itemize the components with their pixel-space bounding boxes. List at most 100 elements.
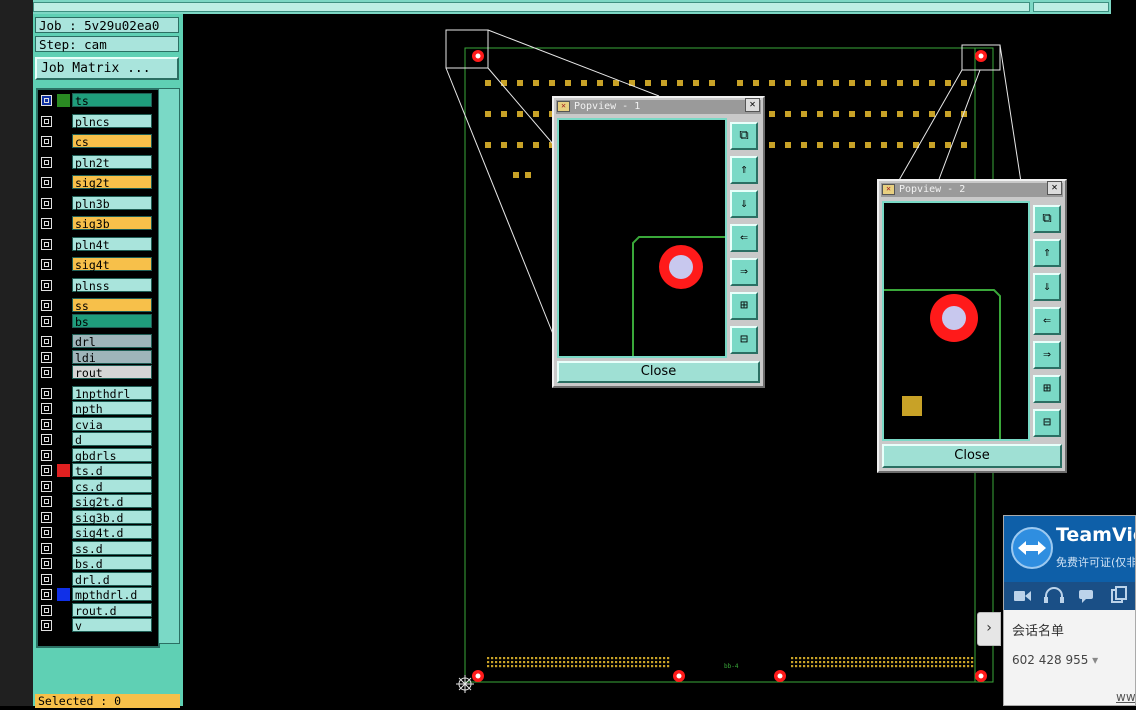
- layer-row-cvia[interactable]: cvia: [38, 417, 156, 432]
- layer-row-pln4t[interactable]: pln4t: [38, 237, 156, 252]
- layer-checkbox[interactable]: [41, 388, 52, 399]
- layer-name[interactable]: gbdrls: [72, 448, 152, 463]
- layer-row-gbdrls[interactable]: gbdrls: [38, 448, 156, 463]
- layer-name[interactable]: cs.d: [72, 479, 152, 494]
- popview-2-close-icon[interactable]: ✕: [1047, 181, 1062, 195]
- layer-checkbox[interactable]: [41, 527, 52, 538]
- layer-checkbox[interactable]: [41, 496, 52, 507]
- layer-name[interactable]: bs.d: [72, 556, 152, 571]
- layer-name[interactable]: sig2t.d: [72, 494, 152, 509]
- teamviewer-panel[interactable]: TeamVie 免费许可证(仅非 会话名单 602 428 955 ▾ www: [1003, 515, 1136, 706]
- layer-name[interactable]: d: [72, 432, 152, 447]
- layer-name[interactable]: drl: [72, 334, 152, 349]
- zoom-fit-icon[interactable]: ⧉: [730, 122, 758, 150]
- layer-name[interactable]: rout.d: [72, 603, 152, 618]
- popview-2-close-button[interactable]: Close: [882, 444, 1062, 468]
- layer-row-sig2t[interactable]: sig2t: [38, 175, 156, 190]
- popview-2-smd-pad[interactable]: [902, 396, 922, 416]
- zoom-in-icon[interactable]: ⊞: [1033, 375, 1061, 403]
- files-icon[interactable]: [1111, 586, 1127, 603]
- popview-2-window[interactable]: Popview - 2 ✕ ✕ ⧉ ⇑ ⇓ ⇐ ⇒ ⊞ ⊟ Close: [877, 179, 1067, 473]
- layer-name[interactable]: plncs: [72, 114, 152, 129]
- layer-row-rout[interactable]: rout: [38, 365, 156, 380]
- layer-checkbox[interactable]: [41, 259, 52, 270]
- layer-checkbox[interactable]: [41, 465, 52, 476]
- layer-row-v[interactable]: v: [38, 618, 156, 633]
- layer-checkbox[interactable]: [41, 605, 52, 616]
- layer-checkbox[interactable]: [41, 300, 52, 311]
- layer-row-drl[interactable]: drl: [38, 334, 156, 349]
- layer-row-cs.d[interactable]: cs.d: [38, 479, 156, 494]
- layer-checkbox[interactable]: [41, 95, 52, 106]
- layer-checkbox[interactable]: [41, 157, 52, 168]
- layer-row-npth[interactable]: npth: [38, 401, 156, 416]
- pan-up-icon[interactable]: ⇑: [730, 156, 758, 184]
- teamviewer-session-list[interactable]: 会话名单: [1012, 620, 1064, 639]
- layer-name[interactable]: pln4t: [72, 237, 152, 252]
- pan-right-icon[interactable]: ⇒: [730, 258, 758, 286]
- layer-checkbox[interactable]: [41, 218, 52, 229]
- layer-name[interactable]: pln3b: [72, 196, 152, 211]
- layer-checkbox[interactable]: [41, 434, 52, 445]
- popview-1-window[interactable]: Popview - 1 ✕ ✕ ⧉ ⇑ ⇓ ⇐ ⇒ ⊞ ⊟ Close: [552, 96, 765, 388]
- layer-row-drl.d[interactable]: drl.d: [38, 572, 156, 587]
- layer-row-sig3b.d[interactable]: sig3b.d: [38, 510, 156, 525]
- layer-checkbox[interactable]: [41, 198, 52, 209]
- layer-checkbox[interactable]: [41, 450, 52, 461]
- popview-1-close-button[interactable]: Close: [557, 361, 760, 383]
- layer-name[interactable]: sig3b.d: [72, 510, 152, 525]
- layer-name[interactable]: bs: [72, 314, 152, 329]
- layer-row-rout.d[interactable]: rout.d: [38, 603, 156, 618]
- layer-name[interactable]: sig4t.d: [72, 525, 152, 540]
- chat-icon[interactable]: [1079, 590, 1093, 603]
- layer-checkbox[interactable]: [41, 403, 52, 414]
- layer-checkbox[interactable]: [41, 136, 52, 147]
- teamviewer-www-link[interactable]: www: [1116, 690, 1135, 704]
- layer-row-pln3b[interactable]: pln3b: [38, 196, 156, 211]
- popview-2-viewport[interactable]: [882, 201, 1030, 441]
- layer-name[interactable]: ldi: [72, 350, 152, 365]
- layer-checkbox[interactable]: [41, 316, 52, 327]
- layer-row-plnss[interactable]: plnss: [38, 278, 156, 293]
- layer-row-sig4t[interactable]: sig4t: [38, 257, 156, 272]
- layer-name[interactable]: cvia: [72, 417, 152, 432]
- layer-name[interactable]: ts.d: [72, 463, 152, 478]
- layer-row-pln2t[interactable]: pln2t: [38, 155, 156, 170]
- layer-row-ts[interactable]: ts: [38, 93, 156, 108]
- layer-name[interactable]: 1npthdrl: [72, 386, 152, 401]
- layer-name[interactable]: cs: [72, 134, 152, 149]
- layer-checkbox[interactable]: [41, 558, 52, 569]
- zoom-out-icon[interactable]: ⊟: [730, 326, 758, 354]
- layer-color-swatch[interactable]: [57, 464, 70, 477]
- layer-color-swatch[interactable]: [57, 94, 70, 107]
- layer-checkbox[interactable]: [41, 419, 52, 430]
- layer-checkbox[interactable]: [41, 280, 52, 291]
- layer-row-ss.d[interactable]: ss.d: [38, 541, 156, 556]
- layer-name[interactable]: sig2t: [72, 175, 152, 190]
- layer-name[interactable]: rout: [72, 365, 152, 380]
- job-matrix-button[interactable]: Job Matrix ...: [35, 57, 179, 80]
- layer-checkbox[interactable]: [41, 116, 52, 127]
- layer-checkbox[interactable]: [41, 574, 52, 585]
- teamviewer-collapse-button[interactable]: ›: [977, 612, 1001, 646]
- zoom-out-icon[interactable]: ⊟: [1033, 409, 1061, 437]
- layer-name[interactable]: ss.d: [72, 541, 152, 556]
- layer-checkbox[interactable]: [41, 481, 52, 492]
- layer-row-plncs[interactable]: plncs: [38, 114, 156, 129]
- layer-row-d[interactable]: d: [38, 432, 156, 447]
- pan-up-icon[interactable]: ⇑: [1033, 239, 1061, 267]
- layer-row-sig2t.d[interactable]: sig2t.d: [38, 494, 156, 509]
- layer-row-ss[interactable]: ss: [38, 298, 156, 313]
- layer-row-sig3b[interactable]: sig3b: [38, 216, 156, 231]
- layer-name[interactable]: sig4t: [72, 257, 152, 272]
- layer-checkbox[interactable]: [41, 177, 52, 188]
- layer-checkbox[interactable]: [41, 367, 52, 378]
- layer-name[interactable]: sig3b: [72, 216, 152, 231]
- teamviewer-partner-id[interactable]: 602 428 955 ▾: [1012, 653, 1098, 667]
- layer-row-1npthdrl[interactable]: 1npthdrl: [38, 386, 156, 401]
- layer-name[interactable]: ss: [72, 298, 152, 313]
- layer-row-ts.d[interactable]: ts.d: [38, 463, 156, 478]
- pan-right-icon[interactable]: ⇒: [1033, 341, 1061, 369]
- zoom-in-icon[interactable]: ⊞: [730, 292, 758, 320]
- layer-checkbox[interactable]: [41, 512, 52, 523]
